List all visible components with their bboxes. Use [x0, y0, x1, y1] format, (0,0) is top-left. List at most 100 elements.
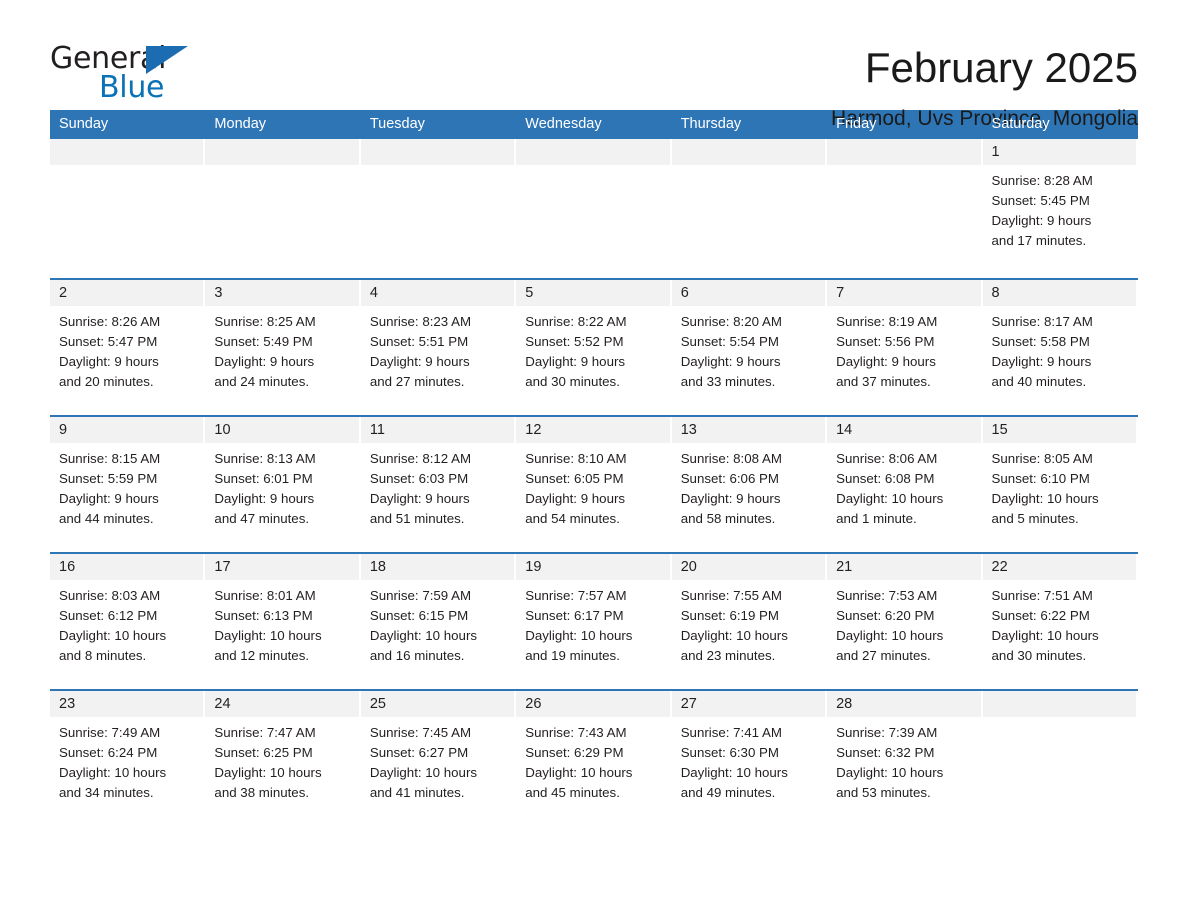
sunset-text: Sunset: 6:30 PM: [680, 745, 779, 760]
day-number: 23: [50, 691, 204, 717]
calendar-day-cell[interactable]: 25 Sunrise: 7:45 AM Sunset: 6:27 PM Dayligh…: [360, 691, 516, 820]
daylight-text-line2: and 37 minutes.: [836, 374, 931, 389]
sunrise-text: Sunrise: 8:20 AM: [680, 314, 782, 329]
day-details: Sunrise: 7:53 AM Sunset: 6:20 PM Daylight:…: [827, 580, 980, 666]
daylight-text-line1: Daylight: 9 hours: [680, 354, 781, 369]
daylight-text-line2: and 51 minutes.: [369, 511, 465, 526]
calendar-day-cell[interactable]: 24 Sunrise: 7:47 AM Sunset: 6:25 PM Dayligh…: [205, 691, 360, 820]
day-details: [827, 165, 980, 171]
daylight-text-line2: and 34 minutes.: [59, 785, 154, 800]
calendar-day-cell[interactable]: 10 Sunrise: 8:13 AM Sunset: 6:01 PM Dayligh…: [205, 417, 360, 546]
calendar-day-cell[interactable]: 6 Sunrise: 8:20 AM Sunset: 5:54 PM Daylight…: [671, 280, 827, 409]
day-number: 27: [671, 691, 826, 717]
daylight-text-line1: Daylight: 10 hours: [59, 628, 167, 643]
daylight-text-line1: Daylight: 10 hours: [369, 628, 478, 643]
daylight-text-line2: and 8 minutes.: [59, 648, 147, 663]
sunrise-text: Sunrise: 8:15 AM: [59, 451, 161, 466]
sunset-text: Sunset: 6:27 PM: [369, 745, 469, 760]
general-blue-logo[interactable]: General Blue: [50, 44, 202, 106]
sunset-text: Sunset: 6:25 PM: [214, 745, 313, 760]
calendar-day-cell[interactable]: 17 Sunrise: 8:01 AM Sunset: 6:13 PM Dayligh…: [205, 554, 360, 683]
day-details: Sunrise: 8:25 AM Sunset: 5:49 PM Daylight:…: [205, 306, 358, 392]
day-number: 24: [205, 691, 359, 717]
day-number: 9: [50, 417, 204, 443]
calendar-day-cell[interactable]: 28 Sunrise: 7:39 AM Sunset: 6:32 PM Dayligh…: [827, 691, 982, 820]
sunrise-text: Sunrise: 7:51 AM: [991, 588, 1093, 603]
calendar-day-cell[interactable]: 21 Sunrise: 7:53 AM Sunset: 6:20 PM Dayligh…: [827, 554, 982, 683]
logo-text-blue: Blue: [99, 70, 165, 105]
sunset-text: Sunset: 6:08 PM: [836, 471, 935, 486]
calendar-day-cell[interactable]: 13 Sunrise: 8:08 AM Sunset: 6:06 PM Dayligh…: [671, 417, 827, 546]
sunset-text: Sunset: 6:13 PM: [214, 608, 313, 623]
day-number: 21: [827, 554, 981, 580]
calendar-day-cell[interactable]: 23 Sunrise: 7:49 AM Sunset: 6:24 PM Dayligh…: [50, 691, 205, 820]
sunrise-text: Sunrise: 7:47 AM: [214, 725, 316, 740]
daylight-text-line1: Daylight: 10 hours: [525, 765, 633, 780]
daylight-text-line2: and 27 minutes.: [369, 374, 465, 389]
day-details: Sunrise: 8:28 AM Sunset: 5:45 PM Daylight:…: [983, 165, 1136, 251]
daylight-text-line1: Daylight: 10 hours: [991, 628, 1099, 643]
sunset-text: Sunset: 6:03 PM: [369, 471, 469, 486]
calendar-week-row: 1 Sunrise: 8:28 AM Sunset: 5:45 PM Daylight…: [50, 139, 1138, 272]
day-number: 25: [360, 691, 515, 717]
calendar-day-cell[interactable]: 12 Sunrise: 8:10 AM Sunset: 6:05 PM Dayligh…: [516, 417, 671, 546]
day-number: 19: [516, 554, 670, 580]
sunset-text: Sunset: 6:19 PM: [680, 608, 779, 623]
day-details: [983, 717, 1136, 723]
sunrise-text: Sunrise: 8:23 AM: [369, 314, 472, 329]
sunset-text: Sunset: 5:56 PM: [836, 334, 935, 349]
calendar-day-cell[interactable]: 4 Sunrise: 8:23 AM Sunset: 5:51 PM Daylight…: [360, 280, 516, 409]
calendar-week-row: 23 Sunrise: 7:49 AM Sunset: 6:24 PM Dayligh…: [50, 689, 1138, 820]
sunrise-text: Sunrise: 7:59 AM: [369, 588, 472, 603]
calendar-day-cell[interactable]: 15 Sunrise: 8:05 AM Sunset: 6:10 PM Dayligh…: [982, 417, 1138, 546]
day-number: [516, 139, 670, 165]
daylight-text-line2: and 30 minutes.: [991, 648, 1087, 663]
weekday-header-monday: Monday: [214, 116, 267, 132]
calendar-day-cell[interactable]: 11 Sunrise: 8:12 AM Sunset: 6:03 PM Dayligh…: [360, 417, 516, 546]
calendar-day-cell[interactable]: 19 Sunrise: 7:57 AM Sunset: 6:17 PM Dayligh…: [516, 554, 671, 683]
day-number: 16: [50, 554, 204, 580]
calendar-day-cell[interactable]: 26 Sunrise: 7:43 AM Sunset: 6:29 PM Dayligh…: [516, 691, 671, 820]
daylight-text-line1: Daylight: 9 hours: [525, 491, 626, 506]
day-details: Sunrise: 7:39 AM Sunset: 6:32 PM Daylight:…: [827, 717, 980, 803]
calendar-day-cell[interactable]: 7 Sunrise: 8:19 AM Sunset: 5:56 PM Daylight…: [827, 280, 982, 409]
sunset-text: Sunset: 5:51 PM: [369, 334, 469, 349]
calendar-day-cell[interactable]: 20 Sunrise: 7:55 AM Sunset: 6:19 PM Dayligh…: [671, 554, 827, 683]
day-details: Sunrise: 8:10 AM Sunset: 6:05 PM Daylight:…: [516, 443, 669, 529]
calendar-day-cell[interactable]: 8 Sunrise: 8:17 AM Sunset: 5:58 PM Daylight…: [982, 280, 1138, 409]
calendar-day-cell[interactable]: 16 Sunrise: 8:03 AM Sunset: 6:12 PM Dayligh…: [50, 554, 205, 683]
calendar-day-cell[interactable]: 9 Sunrise: 8:15 AM Sunset: 5:59 PM Daylight…: [50, 417, 205, 546]
daylight-text-line2: and 20 minutes.: [59, 374, 154, 389]
sunrise-text: Sunrise: 8:08 AM: [680, 451, 782, 466]
daylight-text-line2: and 1 minute.: [836, 511, 917, 526]
day-details: Sunrise: 8:15 AM Sunset: 5:59 PM Daylight:…: [50, 443, 203, 529]
calendar-day-cell[interactable]: 3 Sunrise: 8:25 AM Sunset: 5:49 PM Daylight…: [205, 280, 360, 409]
sunrise-text: Sunrise: 7:45 AM: [369, 725, 472, 740]
calendar-day-cell[interactable]: 18 Sunrise: 7:59 AM Sunset: 6:15 PM Dayligh…: [360, 554, 516, 683]
calendar-day-cell[interactable]: 1 Sunrise: 8:28 AM Sunset: 5:45 PM Daylight…: [982, 139, 1138, 272]
day-details: [361, 165, 514, 171]
calendar-day-cell[interactable]: 5 Sunrise: 8:22 AM Sunset: 5:52 PM Daylight…: [516, 280, 671, 409]
day-details: Sunrise: 7:43 AM Sunset: 6:29 PM Daylight:…: [516, 717, 669, 803]
daylight-text-line1: Daylight: 9 hours: [59, 354, 159, 369]
calendar-day-cell-empty: [205, 139, 360, 272]
daylight-text-line1: Daylight: 9 hours: [369, 491, 470, 506]
page-header: General Blue February 2025 Harmod, Uvs P…: [50, 0, 1138, 131]
daylight-text-line2: and 54 minutes.: [525, 511, 620, 526]
sunset-text: Sunset: 6:06 PM: [680, 471, 779, 486]
sunrise-text: Sunrise: 7:39 AM: [836, 725, 938, 740]
daylight-text-line1: Daylight: 10 hours: [214, 765, 322, 780]
calendar-day-cell[interactable]: 2 Sunrise: 8:26 AM Sunset: 5:47 PM Daylight…: [50, 280, 205, 409]
sunset-text: Sunset: 6:20 PM: [836, 608, 935, 623]
day-number: 5: [516, 280, 670, 306]
daylight-text-line2: and 27 minutes.: [836, 648, 931, 663]
daylight-text-line1: Daylight: 9 hours: [525, 354, 626, 369]
calendar-day-cell[interactable]: 14 Sunrise: 8:06 AM Sunset: 6:08 PM Dayligh…: [827, 417, 982, 546]
sunrise-text: Sunrise: 8:28 AM: [991, 173, 1093, 188]
calendar-day-cell[interactable]: 27 Sunrise: 7:41 AM Sunset: 6:30 PM Dayligh…: [671, 691, 827, 820]
daylight-text-line1: Daylight: 10 hours: [680, 765, 788, 780]
sunrise-text: Sunrise: 8:05 AM: [991, 451, 1093, 466]
daylight-text-line2: and 38 minutes.: [214, 785, 310, 800]
sunrise-text: Sunrise: 8:13 AM: [214, 451, 316, 466]
calendar-day-cell[interactable]: 22 Sunrise: 7:51 AM Sunset: 6:22 PM Dayligh…: [982, 554, 1138, 683]
